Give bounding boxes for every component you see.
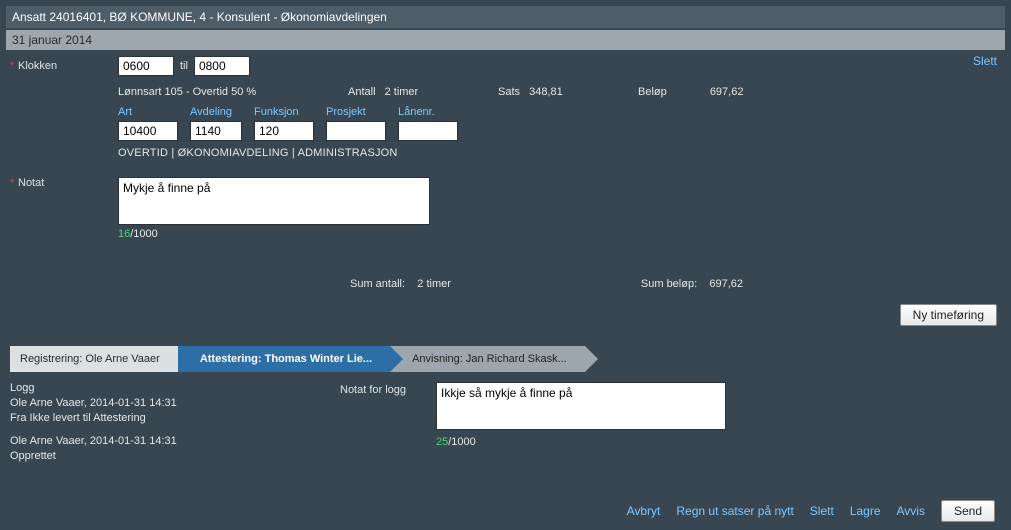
avbryt-link[interactable]: Avbryt: [627, 504, 661, 518]
notat-count-max: /1000: [130, 228, 158, 240]
sum-belop-value: 697,62: [709, 278, 743, 290]
date-bar: 31 januar 2014: [6, 30, 1005, 50]
log-entry-text: Opprettet: [10, 449, 340, 464]
sats-value: 348,81: [529, 86, 563, 98]
notat-textarea[interactable]: [118, 177, 430, 225]
log-entry: Ole Arne Vaaer, 2014-01-31 14:31 Opprett…: [10, 434, 340, 464]
log-entry: Ole Arne Vaaer, 2014-01-31 14:31 Fra Ikk…: [10, 396, 340, 426]
art-link[interactable]: Art: [118, 106, 178, 118]
log-notat-label: Notat for logg: [340, 382, 436, 472]
log-heading: Logg: [10, 382, 340, 394]
lonnsart-text: Lønnsart 105 - Overtid 50 %: [118, 86, 348, 98]
lanenr-input[interactable]: [398, 121, 458, 141]
sum-antall-label: Sum antall:: [350, 278, 405, 290]
slett-link[interactable]: Slett: [810, 504, 834, 518]
funksjon-input[interactable]: [254, 121, 314, 141]
antall-value: 2 timer: [385, 86, 419, 98]
art-input[interactable]: [118, 121, 178, 141]
workflow-steps: Registrering: Ole Arne Vaaer Attestering…: [10, 346, 1001, 372]
lanenr-link[interactable]: Lånenr.: [398, 106, 458, 118]
log-count-max: /1000: [448, 436, 476, 448]
log-entry-meta: Ole Arne Vaaer, 2014-01-31 14:31: [10, 396, 340, 411]
klokken-label: Klokken: [18, 60, 118, 72]
avdeling-input[interactable]: [190, 121, 242, 141]
workflow-step-attestering[interactable]: Attestering: Thomas Winter Lie...: [178, 346, 390, 372]
account-description: OVERTID | ØKONOMIAVDELING | ADMINISTRASJ…: [118, 147, 1001, 159]
time-to-input[interactable]: [194, 56, 250, 76]
sum-antall-value: 2 timer: [417, 278, 451, 290]
til-label: til: [180, 60, 188, 72]
belop-value: 697,62: [710, 86, 744, 98]
funksjon-link[interactable]: Funksjon: [254, 106, 314, 118]
employee-header: Ansatt 24016401, BØ KOMMUNE, 4 - Konsule…: [6, 6, 1005, 28]
log-notat-textarea[interactable]: [436, 382, 726, 430]
prosjekt-link[interactable]: Prosjekt: [326, 106, 386, 118]
regn-ut-link[interactable]: Regn ut satser på nytt: [676, 504, 793, 518]
ny-timeforing-button[interactable]: Ny timeføring: [900, 304, 997, 326]
log-count-current: 25: [436, 436, 448, 448]
time-from-input[interactable]: [118, 56, 174, 76]
required-marker-notat: *: [10, 177, 18, 225]
sats-label: Sats: [498, 86, 520, 98]
delete-link-top[interactable]: Slett: [973, 54, 997, 68]
notat-count-current: 16: [118, 228, 130, 240]
notat-label: Notat: [18, 177, 118, 225]
workflow-step-registrering[interactable]: Registrering: Ole Arne Vaaer: [10, 346, 178, 372]
antall-label: Antall: [348, 86, 376, 98]
avdeling-link[interactable]: Avdeling: [190, 106, 242, 118]
lagre-link[interactable]: Lagre: [850, 504, 881, 518]
avvis-link[interactable]: Avvis: [897, 504, 925, 518]
log-entry-meta: Ole Arne Vaaer, 2014-01-31 14:31: [10, 434, 340, 449]
prosjekt-input[interactable]: [326, 121, 386, 141]
send-button[interactable]: Send: [941, 500, 995, 522]
belop-label: Beløp: [638, 86, 667, 98]
required-marker: *: [10, 60, 18, 72]
log-entry-text: Fra Ikke levert til Attestering: [10, 411, 340, 426]
sum-belop-label: Sum beløp:: [641, 278, 697, 290]
workflow-step-anvisning[interactable]: Anvisning: Jan Richard Skask...: [390, 346, 585, 372]
